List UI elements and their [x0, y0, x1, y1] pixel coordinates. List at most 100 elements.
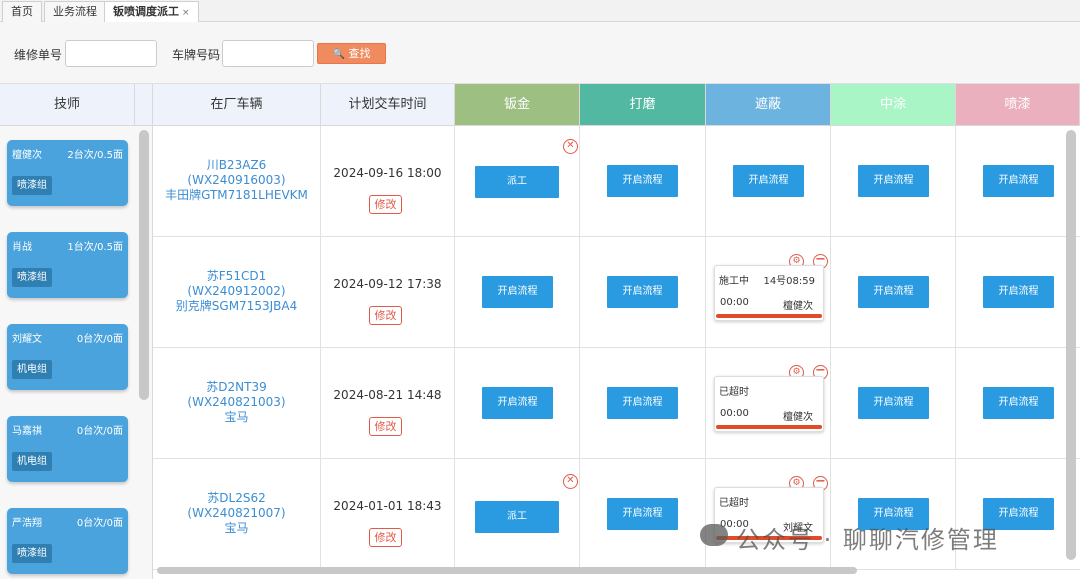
open-flow-button[interactable]: 开启流程: [858, 387, 929, 419]
close-icon[interactable]: ✕: [563, 474, 578, 489]
edit-button[interactable]: 修改: [369, 528, 402, 547]
vehicle-model: 别克牌SGM7153JBA4: [175, 299, 298, 313]
vehicle-plate: 苏D2NT39: [206, 380, 267, 394]
plate-number-input[interactable]: [222, 40, 314, 67]
stage-cell-sanding: 开启流程: [580, 237, 706, 348]
task-technician: 檀健次: [783, 301, 813, 312]
dispatch-button[interactable]: 派工: [475, 501, 559, 533]
close-icon[interactable]: ×: [182, 8, 190, 18]
open-flow-button[interactable]: 开启流程: [607, 276, 678, 308]
header-spacer: [135, 84, 153, 126]
open-flow-button[interactable]: 开启流程: [983, 387, 1054, 419]
header-stage-primer: 中涂: [831, 84, 956, 126]
stage-cell-primer: 开启流程: [831, 348, 956, 459]
stage-cell-paint: 开启流程: [956, 348, 1080, 459]
table-row: 川B23AZ6 (WX240916003) 丰田牌GTM7181LHEVKM 2…: [153, 126, 1080, 237]
wechat-icon: [700, 524, 728, 546]
open-flow-button[interactable]: 开启流程: [482, 276, 553, 308]
grid-horizontal-scrollbar[interactable]: [157, 567, 857, 574]
tab-bar: 首页 业务流程 钣喷调度派工 ×: [0, 0, 1080, 23]
open-flow-button[interactable]: 开启流程: [482, 387, 553, 419]
dispatch-button[interactable]: 派工: [475, 166, 559, 198]
stage-cell-masking: 开启流程: [706, 126, 831, 237]
technician-load: 0台次/0面: [76, 426, 123, 437]
vehicle-cell[interactable]: 苏DL2S62 (WX240821007) 宝马: [153, 459, 321, 570]
open-flow-button[interactable]: 开启流程: [983, 165, 1054, 197]
header-stage-sanding: 打磨: [580, 84, 706, 126]
vehicle-cell[interactable]: 川B23AZ6 (WX240916003) 丰田牌GTM7181LHEVKM: [153, 126, 321, 237]
task-card[interactable]: 已超时 00:00 檀健次: [714, 376, 824, 432]
technician-card[interactable]: 刘耀文 0台次/0面 机电组: [7, 324, 128, 390]
vehicle-model: 丰田牌GTM7181LHEVKM: [165, 188, 308, 202]
technician-card[interactable]: 严浩翔 0台次/0面 喷漆组: [7, 508, 128, 574]
tab-home-label: 首页: [11, 5, 33, 18]
tab-dispatch[interactable]: 钣喷调度派工 ×: [104, 1, 199, 23]
stage-cell-primer: 开启流程: [831, 237, 956, 348]
grid-vertical-scrollbar[interactable]: [1066, 130, 1076, 560]
technician-card[interactable]: 马嘉祺 0台次/0面 机电组: [7, 416, 128, 482]
open-flow-button[interactable]: 开启流程: [983, 276, 1054, 308]
open-flow-button[interactable]: 开启流程: [607, 387, 678, 419]
stage-cell-masking: ⚙ − 已超时 00:00 檀健次: [706, 348, 831, 459]
tab-business-flow[interactable]: 业务流程: [44, 1, 106, 22]
technician-name: 马嘉祺: [12, 426, 42, 437]
delivery-cell: 2024-09-12 17:38 修改: [321, 237, 455, 348]
technician-scrollbar[interactable]: [139, 130, 149, 400]
task-card[interactable]: 施工中 14号08:59 00:00 檀健次: [714, 265, 824, 321]
edit-button[interactable]: 修改: [369, 195, 402, 214]
edit-button[interactable]: 修改: [369, 417, 402, 436]
technician-name: 檀健次: [12, 150, 42, 161]
stage-cell-paint: 开启流程: [956, 237, 1080, 348]
task-technician: 檀健次: [783, 412, 813, 423]
edit-button[interactable]: 修改: [369, 306, 402, 325]
vehicle-order: (WX240821003): [187, 395, 286, 409]
vehicle-order: (WX240916003): [187, 173, 286, 187]
task-status: 施工中: [719, 276, 749, 287]
tab-dispatch-label: 钣喷调度派工: [113, 5, 179, 18]
task-start-time: 14号08:59: [763, 276, 815, 287]
technician-load: 0台次/0面: [76, 334, 123, 345]
open-flow-button[interactable]: 开启流程: [733, 165, 804, 197]
technician-load: 0台次/0面: [76, 518, 123, 529]
vehicle-cell[interactable]: 苏F51CD1 (WX240912002) 别克牌SGM7153JBA4: [153, 237, 321, 348]
header-vehicle: 在厂车辆: [153, 84, 321, 126]
delivery-time: 2024-08-21 14:48: [333, 388, 442, 402]
technician-name: 刘耀文: [12, 334, 42, 345]
delivery-cell: 2024-08-21 14:48 修改: [321, 348, 455, 459]
technician-card[interactable]: 檀健次 2台次/0.5面 喷漆组: [7, 140, 128, 206]
header-technician: 技师: [0, 84, 135, 126]
delivery-time: 2024-01-01 18:43: [333, 499, 442, 513]
task-progress-bar: [716, 314, 822, 318]
order-number-input[interactable]: [65, 40, 157, 67]
vehicle-cell[interactable]: 苏D2NT39 (WX240821003) 宝马: [153, 348, 321, 459]
tab-home[interactable]: 首页: [2, 1, 42, 22]
stage-cell-sanding: 开启流程: [580, 459, 706, 570]
technician-name: 严浩翔: [12, 518, 42, 529]
technician-load: 2台次/0.5面: [67, 150, 123, 161]
open-flow-button[interactable]: 开启流程: [607, 165, 678, 197]
technician-group: 机电组: [12, 452, 52, 471]
open-flow-button[interactable]: 开启流程: [858, 276, 929, 308]
technician-panel: 檀健次 2台次/0.5面 喷漆组 肖战 1台次/0.5面 喷漆组 刘耀文 0台次…: [0, 126, 153, 579]
header-stage-paint: 喷漆: [956, 84, 1080, 126]
order-number-label: 维修单号: [14, 48, 63, 62]
task-progress-bar: [716, 425, 822, 429]
stage-cell-sanding: 开启流程: [580, 348, 706, 459]
technician-group: 喷漆组: [12, 268, 52, 287]
technician-group: 机电组: [12, 360, 52, 379]
search-button[interactable]: 🔍 查找: [317, 43, 386, 64]
open-flow-button[interactable]: 开启流程: [607, 498, 678, 530]
delivery-cell: 2024-09-16 18:00 修改: [321, 126, 455, 237]
vehicle-model: 宝马: [224, 521, 249, 535]
technician-card[interactable]: 肖战 1台次/0.5面 喷漆组: [7, 232, 128, 298]
task-status: 已超时: [719, 387, 749, 398]
open-flow-button[interactable]: 开启流程: [858, 165, 929, 197]
task-status: 已超时: [719, 498, 749, 509]
close-icon[interactable]: ✕: [563, 139, 578, 154]
table-row: 苏D2NT39 (WX240821003) 宝马 2024-08-21 14:4…: [153, 348, 1080, 459]
technician-group: 喷漆组: [12, 176, 52, 195]
vehicle-plate: 苏DL2S62: [207, 491, 266, 505]
technician-load: 1台次/0.5面: [67, 242, 123, 253]
task-duration: 00:00: [720, 408, 749, 419]
header-stage-sheet-metal: 钣金: [455, 84, 580, 126]
